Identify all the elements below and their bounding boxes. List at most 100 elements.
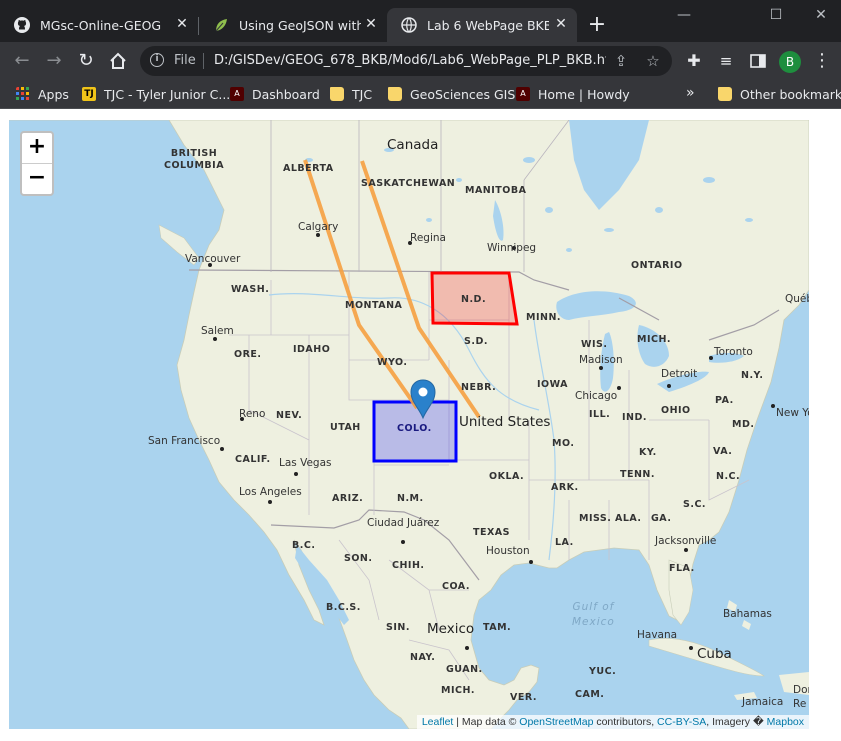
close-tab-icon[interactable]: ✕ xyxy=(363,16,379,32)
city-dot xyxy=(689,646,693,650)
map-label-nc: N.C. xyxy=(716,471,741,482)
map-label-montana: MONTANA xyxy=(345,300,403,311)
map-label-reno: Reno xyxy=(239,408,266,420)
map-label-cam: CAM. xyxy=(575,689,605,700)
zoom-in-button[interactable]: + xyxy=(22,133,52,163)
bookmark-star-icon[interactable]: ☆ xyxy=(642,50,664,72)
bookmark-folder-geosciences[interactable]: GeoSciences GIS xyxy=(388,85,515,103)
cc-by-sa-link[interactable]: CC-BY-SA xyxy=(657,716,706,728)
reload-icon[interactable]: ↻ xyxy=(74,49,98,73)
leaflet-map[interactable]: Canada BRITISH COLUMBIA ALBERTA SASKATCH… xyxy=(9,120,809,729)
city-dot xyxy=(220,447,224,451)
map-label-fla: FLA. xyxy=(669,563,695,574)
maximize-button[interactable]: ☐ xyxy=(764,4,788,26)
zoom-out-button[interactable]: − xyxy=(22,163,52,194)
openstreetmap-link[interactable]: OpenStreetMap xyxy=(519,716,593,728)
city-dot xyxy=(771,404,775,408)
map-label-vancouver: Vancouver xyxy=(185,253,241,265)
map-attribution: Leaflet | Map data © OpenStreetMap contr… xyxy=(416,715,809,729)
map-label-utah: UTAH xyxy=(330,422,361,433)
bookmark-other[interactable]: Other bookmarks xyxy=(718,85,841,103)
attribution-text: contributors, xyxy=(593,716,658,728)
share-icon[interactable]: ⇪ xyxy=(610,50,632,72)
map-label-va: VA. xyxy=(713,446,733,457)
map-label-guan: GUAN. xyxy=(446,664,483,675)
city-dot xyxy=(599,366,603,370)
map-label-ciudad-juarez: Ciudad Juárez xyxy=(367,517,440,529)
map-label-sc: S.C. xyxy=(683,499,707,510)
profile-avatar[interactable]: B xyxy=(779,51,801,73)
city-dot xyxy=(684,548,688,552)
github-icon xyxy=(14,17,30,33)
address-bar[interactable]: i File D:/GISDev/GEOG_678_BKB/Mod6/Lab6_… xyxy=(140,46,672,76)
map-label-ny: N.Y. xyxy=(741,370,764,381)
map-label-ga: GA. xyxy=(651,513,672,524)
tab-title: MGsc-Online-GEOG678 xyxy=(40,17,162,33)
bookmark-label: Apps xyxy=(38,86,69,102)
folder-icon xyxy=(330,87,344,101)
back-arrow-icon[interactable]: ← xyxy=(10,49,34,73)
attribution-text: , Imagery � xyxy=(706,716,767,728)
map-label-tenn: TENN. xyxy=(620,469,655,480)
url-text[interactable]: D:/GISDev/GEOG_678_BKB/Mod6/Lab6_WebPage… xyxy=(214,53,606,68)
map-label-regina: Regina xyxy=(410,232,446,244)
close-tab-icon[interactable]: ✕ xyxy=(174,16,190,32)
media-queue-icon[interactable]: ≡ xyxy=(714,49,738,73)
info-icon[interactable]: i xyxy=(150,53,164,67)
map-label-bcs: B.C.S. xyxy=(326,602,361,613)
map-label-ariz: ARIZ. xyxy=(332,493,364,504)
tab-using-geojson[interactable]: Using GeoJSON with Le ✕ xyxy=(199,8,387,42)
folder-icon xyxy=(388,87,402,101)
new-tab-button[interactable]: + xyxy=(586,14,608,36)
more-bookmarks-chevron-icon[interactable]: » xyxy=(686,85,695,101)
map-label-mich: MICH. xyxy=(637,334,672,345)
map-label-ark: ARK. xyxy=(551,482,579,493)
tamu-logo-icon: A xyxy=(516,87,530,101)
map-label-nm: N.M. xyxy=(397,493,424,504)
side-panel-icon[interactable] xyxy=(746,49,770,73)
map-label-md: MD. xyxy=(732,419,755,430)
bookmark-folder-tjc[interactable]: TJC xyxy=(330,85,372,103)
map-label-chicago: Chicago xyxy=(575,390,618,402)
map-label-salem: Salem xyxy=(201,325,234,337)
bookmark-label: Other bookmarks xyxy=(740,86,841,102)
map-label-jamaica: Jamaica xyxy=(742,696,784,708)
tab-strip: MGsc-Online-GEOG678 ✕ Using GeoJSON with… xyxy=(0,0,841,42)
scheme-label: File xyxy=(174,53,196,68)
mapbox-link[interactable]: Mapbox xyxy=(767,716,804,728)
bookmark-tjc-tyler[interactable]: TJ TJC - Tyler Junior C... xyxy=(82,85,230,103)
forward-arrow-icon[interactable]: → xyxy=(42,49,66,73)
bookmark-dashboard[interactable]: A Dashboard xyxy=(230,85,320,103)
tamu-logo-icon: A xyxy=(230,87,244,101)
map-label-houston: Houston xyxy=(486,545,530,557)
map-label-mo: MO. xyxy=(552,438,575,449)
close-window-button[interactable]: ✕ xyxy=(809,4,833,26)
map-label-newyork: New Yo xyxy=(776,407,809,419)
bookmark-label: TJC xyxy=(352,86,373,102)
map-label-minn: MINN. xyxy=(526,312,561,323)
tab-lab6-webpage[interactable]: Lab 6 WebPage BKB ✕ xyxy=(387,8,577,42)
minimize-button[interactable]: — xyxy=(672,4,696,26)
map-label-pa: PA. xyxy=(715,395,734,406)
map-label-alberta: ALBERTA xyxy=(283,163,334,174)
map-label-ohio: OHIO xyxy=(661,405,691,416)
bookmark-label: Dashboard xyxy=(252,86,320,102)
map-label-miss: MISS. xyxy=(579,513,612,524)
map-label-bahamas: Bahamas xyxy=(723,608,772,620)
map-label-dominican: Dor xyxy=(793,684,809,696)
close-tab-icon[interactable]: ✕ xyxy=(553,16,569,32)
map-label-wyo: WYO. xyxy=(377,357,408,368)
home-icon[interactable] xyxy=(106,49,130,73)
map-label-okla: OKLA. xyxy=(489,471,525,482)
city-dot xyxy=(529,560,533,564)
extensions-puzzle-icon[interactable]: ✚ xyxy=(682,49,706,73)
map-label-sin: SIN. xyxy=(386,622,410,633)
tab-mgsc-online[interactable]: MGsc-Online-GEOG678 ✕ xyxy=(0,8,198,42)
bookmark-home-howdy[interactable]: A Home | Howdy xyxy=(516,85,630,103)
bookmark-apps[interactable]: Apps xyxy=(16,85,69,103)
map-label-united-states: United States xyxy=(459,414,551,430)
leaflet-link[interactable]: Leaflet xyxy=(422,716,454,728)
globe-icon xyxy=(401,17,417,33)
map-label-gulf-of-mexico: Gulf of Mexico xyxy=(572,601,615,628)
more-menu-icon[interactable]: ⋮ xyxy=(810,49,834,73)
